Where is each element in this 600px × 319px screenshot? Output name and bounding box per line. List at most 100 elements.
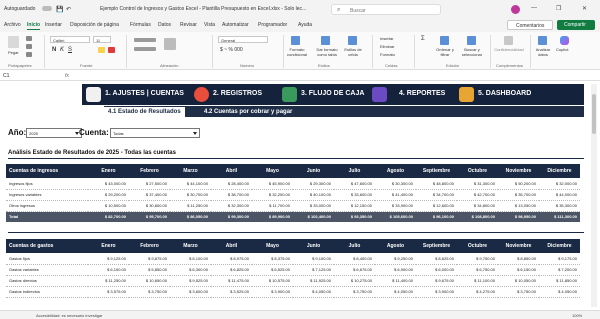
amount-cell[interactable]: $ 12,150.00	[334, 200, 375, 212]
amount-cell[interactable]: $ 30,800.00	[129, 200, 170, 212]
amount-cell[interactable]: $ 45,900.00	[252, 178, 293, 190]
insert-button[interactable]: Insertar	[380, 36, 394, 41]
tab-estado-resultados[interactable]: 4.1 Estado de Resultados	[104, 107, 185, 117]
amount-cell[interactable]: $ 34,700.00	[416, 189, 457, 201]
amount-cell[interactable]: $ 42,700.00	[457, 189, 498, 201]
amount-cell[interactable]: $ 9,125.00	[88, 253, 129, 265]
find-select-icon[interactable]	[467, 36, 476, 45]
amount-cell[interactable]: $ 4,275.00	[457, 286, 498, 298]
amount-cell[interactable]: $ 27,500.00	[129, 178, 170, 190]
menu-automatizar[interactable]: Automatizar	[222, 22, 249, 28]
menu-disposicion[interactable]: Disposición de página	[70, 22, 119, 28]
underline-icon[interactable]: S	[68, 47, 72, 53]
amount-cell[interactable]: $ 6,150.00	[88, 264, 129, 276]
amount-cell[interactable]: $ 9,525.00	[170, 275, 211, 287]
amount-cell[interactable]: $ 6,300.00	[170, 264, 211, 276]
tab-cuentas-cobrar-pagar[interactable]: 4.2 Cuentas por cobrar y pagar	[200, 107, 296, 117]
delete-button[interactable]: Eliminar	[380, 44, 394, 49]
year-select[interactable]: 2025	[26, 128, 82, 138]
amount-cell[interactable]: $ 6,825.00	[211, 264, 252, 276]
sensitivity-label[interactable]: Confidencialidad	[494, 47, 524, 52]
amount-cell[interactable]: $ 4,050.00	[375, 286, 416, 298]
account-name-cell[interactable]: Ingresos fijos	[6, 178, 88, 190]
total-amount-cell[interactable]: $ 86,050.00	[170, 211, 211, 222]
align-top-icon[interactable]	[134, 38, 156, 42]
amount-cell[interactable]: $ 30,700.00	[170, 189, 211, 201]
amount-cell[interactable]: $ 8,100.00	[170, 253, 211, 265]
amount-cell[interactable]: $ 10,650.00	[129, 275, 170, 287]
font-size-select[interactable]: 11	[93, 36, 111, 43]
account-name-cell[interactable]: Ingresos variables	[6, 189, 88, 201]
analyze-data-label[interactable]: Analizar datos	[532, 47, 554, 57]
comments-button[interactable]: Comentarios	[507, 20, 553, 30]
amount-cell[interactable]: $ 29,300.00	[293, 178, 334, 190]
amount-cell[interactable]: $ 11,925.00	[293, 275, 334, 287]
currency-icon[interactable]: $ ~ % 000	[220, 47, 243, 53]
menu-ayuda[interactable]: Ayuda	[298, 22, 312, 28]
amount-cell[interactable]: $ 8,375.00	[252, 253, 293, 265]
amount-cell[interactable]: $ 7,125.00	[293, 264, 334, 276]
align-center-icon[interactable]	[134, 47, 156, 51]
amount-cell[interactable]: $ 3,900.00	[252, 286, 293, 298]
amount-cell[interactable]: $ 3,750.00	[334, 286, 375, 298]
menu-formulas[interactable]: Fórmulas	[130, 22, 151, 28]
cell-styles-icon[interactable]	[348, 36, 357, 45]
conditional-format-label[interactable]: Formato condicional	[285, 47, 309, 57]
total-amount-cell[interactable]: $ 102,400.00	[293, 211, 334, 222]
amount-cell[interactable]: $ 9,750.00	[457, 253, 498, 265]
amount-cell[interactable]: $ 4,050.00	[293, 286, 334, 298]
amount-cell[interactable]: $ 30,300.00	[375, 178, 416, 190]
copilot-label[interactable]: Copilot	[556, 47, 568, 52]
amount-cell[interactable]: $ 41,400.00	[375, 189, 416, 201]
amount-cell[interactable]: $ 44,000.00	[539, 189, 580, 201]
analyze-data-icon[interactable]	[538, 36, 547, 45]
amount-cell[interactable]: $ 11,475.00	[211, 275, 252, 287]
amount-cell[interactable]: $ 44,100.00	[170, 178, 211, 190]
zoom-level[interactable]: 100%	[572, 313, 582, 318]
format-table-icon[interactable]	[321, 36, 330, 45]
scrollbar-thumb[interactable]	[592, 94, 596, 134]
amount-cell[interactable]: $ 8,625.00	[416, 253, 457, 265]
amount-cell[interactable]: $ 7,200.00	[539, 264, 580, 276]
nav-ajustes[interactable]: 1. AJUSTES | CUENTAS	[105, 90, 184, 97]
fill-color-icon[interactable]	[98, 47, 105, 53]
account-name-cell[interactable]: Gastos indirectos	[6, 286, 88, 298]
amount-cell[interactable]: $ 32,000.00	[539, 178, 580, 190]
amount-cell[interactable]: $ 10,500.00	[88, 200, 129, 212]
total-amount-cell[interactable]: $ 95,700.00	[129, 211, 170, 222]
save-icon[interactable]: 💾	[56, 6, 63, 13]
amount-cell[interactable]: $ 33,900.00	[375, 200, 416, 212]
find-select-label[interactable]: Buscar y seleccionar	[459, 47, 485, 57]
amount-cell[interactable]: $ 5,850.00	[129, 264, 170, 276]
account-name-cell[interactable]: Gastos fijos	[6, 253, 88, 265]
amount-cell[interactable]: $ 12,600.00	[416, 200, 457, 212]
format-painter-icon[interactable]	[26, 52, 32, 57]
menu-inicio[interactable]: Inicio	[27, 22, 41, 30]
amount-cell[interactable]: $ 28,400.00	[211, 178, 252, 190]
paste-icon[interactable]	[8, 36, 19, 48]
amount-cell[interactable]: $ 29,200.00	[88, 189, 129, 201]
menu-insertar[interactable]: Insertar	[45, 22, 62, 28]
italic-icon[interactable]: K	[60, 47, 64, 53]
total-label[interactable]: Total	[6, 211, 88, 222]
amount-cell[interactable]: $ 11,100.00	[457, 275, 498, 287]
cut-icon[interactable]	[26, 36, 32, 41]
amount-cell[interactable]: $ 3,750.00	[129, 286, 170, 298]
amount-cell[interactable]: $ 6,675.00	[334, 264, 375, 276]
amount-cell[interactable]: $ 3,575.00	[88, 286, 129, 298]
menu-datos[interactable]: Datos	[158, 22, 171, 28]
amount-cell[interactable]: $ 35,700.00	[498, 189, 539, 201]
amount-cell[interactable]: $ 3,600.00	[170, 286, 211, 298]
share-button[interactable]: Compartir	[557, 20, 595, 30]
amount-cell[interactable]: $ 34,800.00	[457, 200, 498, 212]
font-name-select[interactable]: Calibri	[50, 36, 90, 43]
total-amount-cell[interactable]: $ 99,300.00	[211, 211, 252, 222]
amount-cell[interactable]: $ 8,850.00	[498, 253, 539, 265]
cell-styles-label[interactable]: Estilos de celda	[342, 47, 364, 57]
bold-icon[interactable]: N	[52, 47, 56, 53]
amount-cell[interactable]: $ 33,000.00	[293, 200, 334, 212]
amount-cell[interactable]: $ 9,250.00	[375, 253, 416, 265]
amount-cell[interactable]: $ 43,000.00	[88, 178, 129, 190]
undo-icon[interactable]: ↶	[66, 6, 71, 13]
amount-cell[interactable]: $ 40,100.00	[293, 189, 334, 201]
